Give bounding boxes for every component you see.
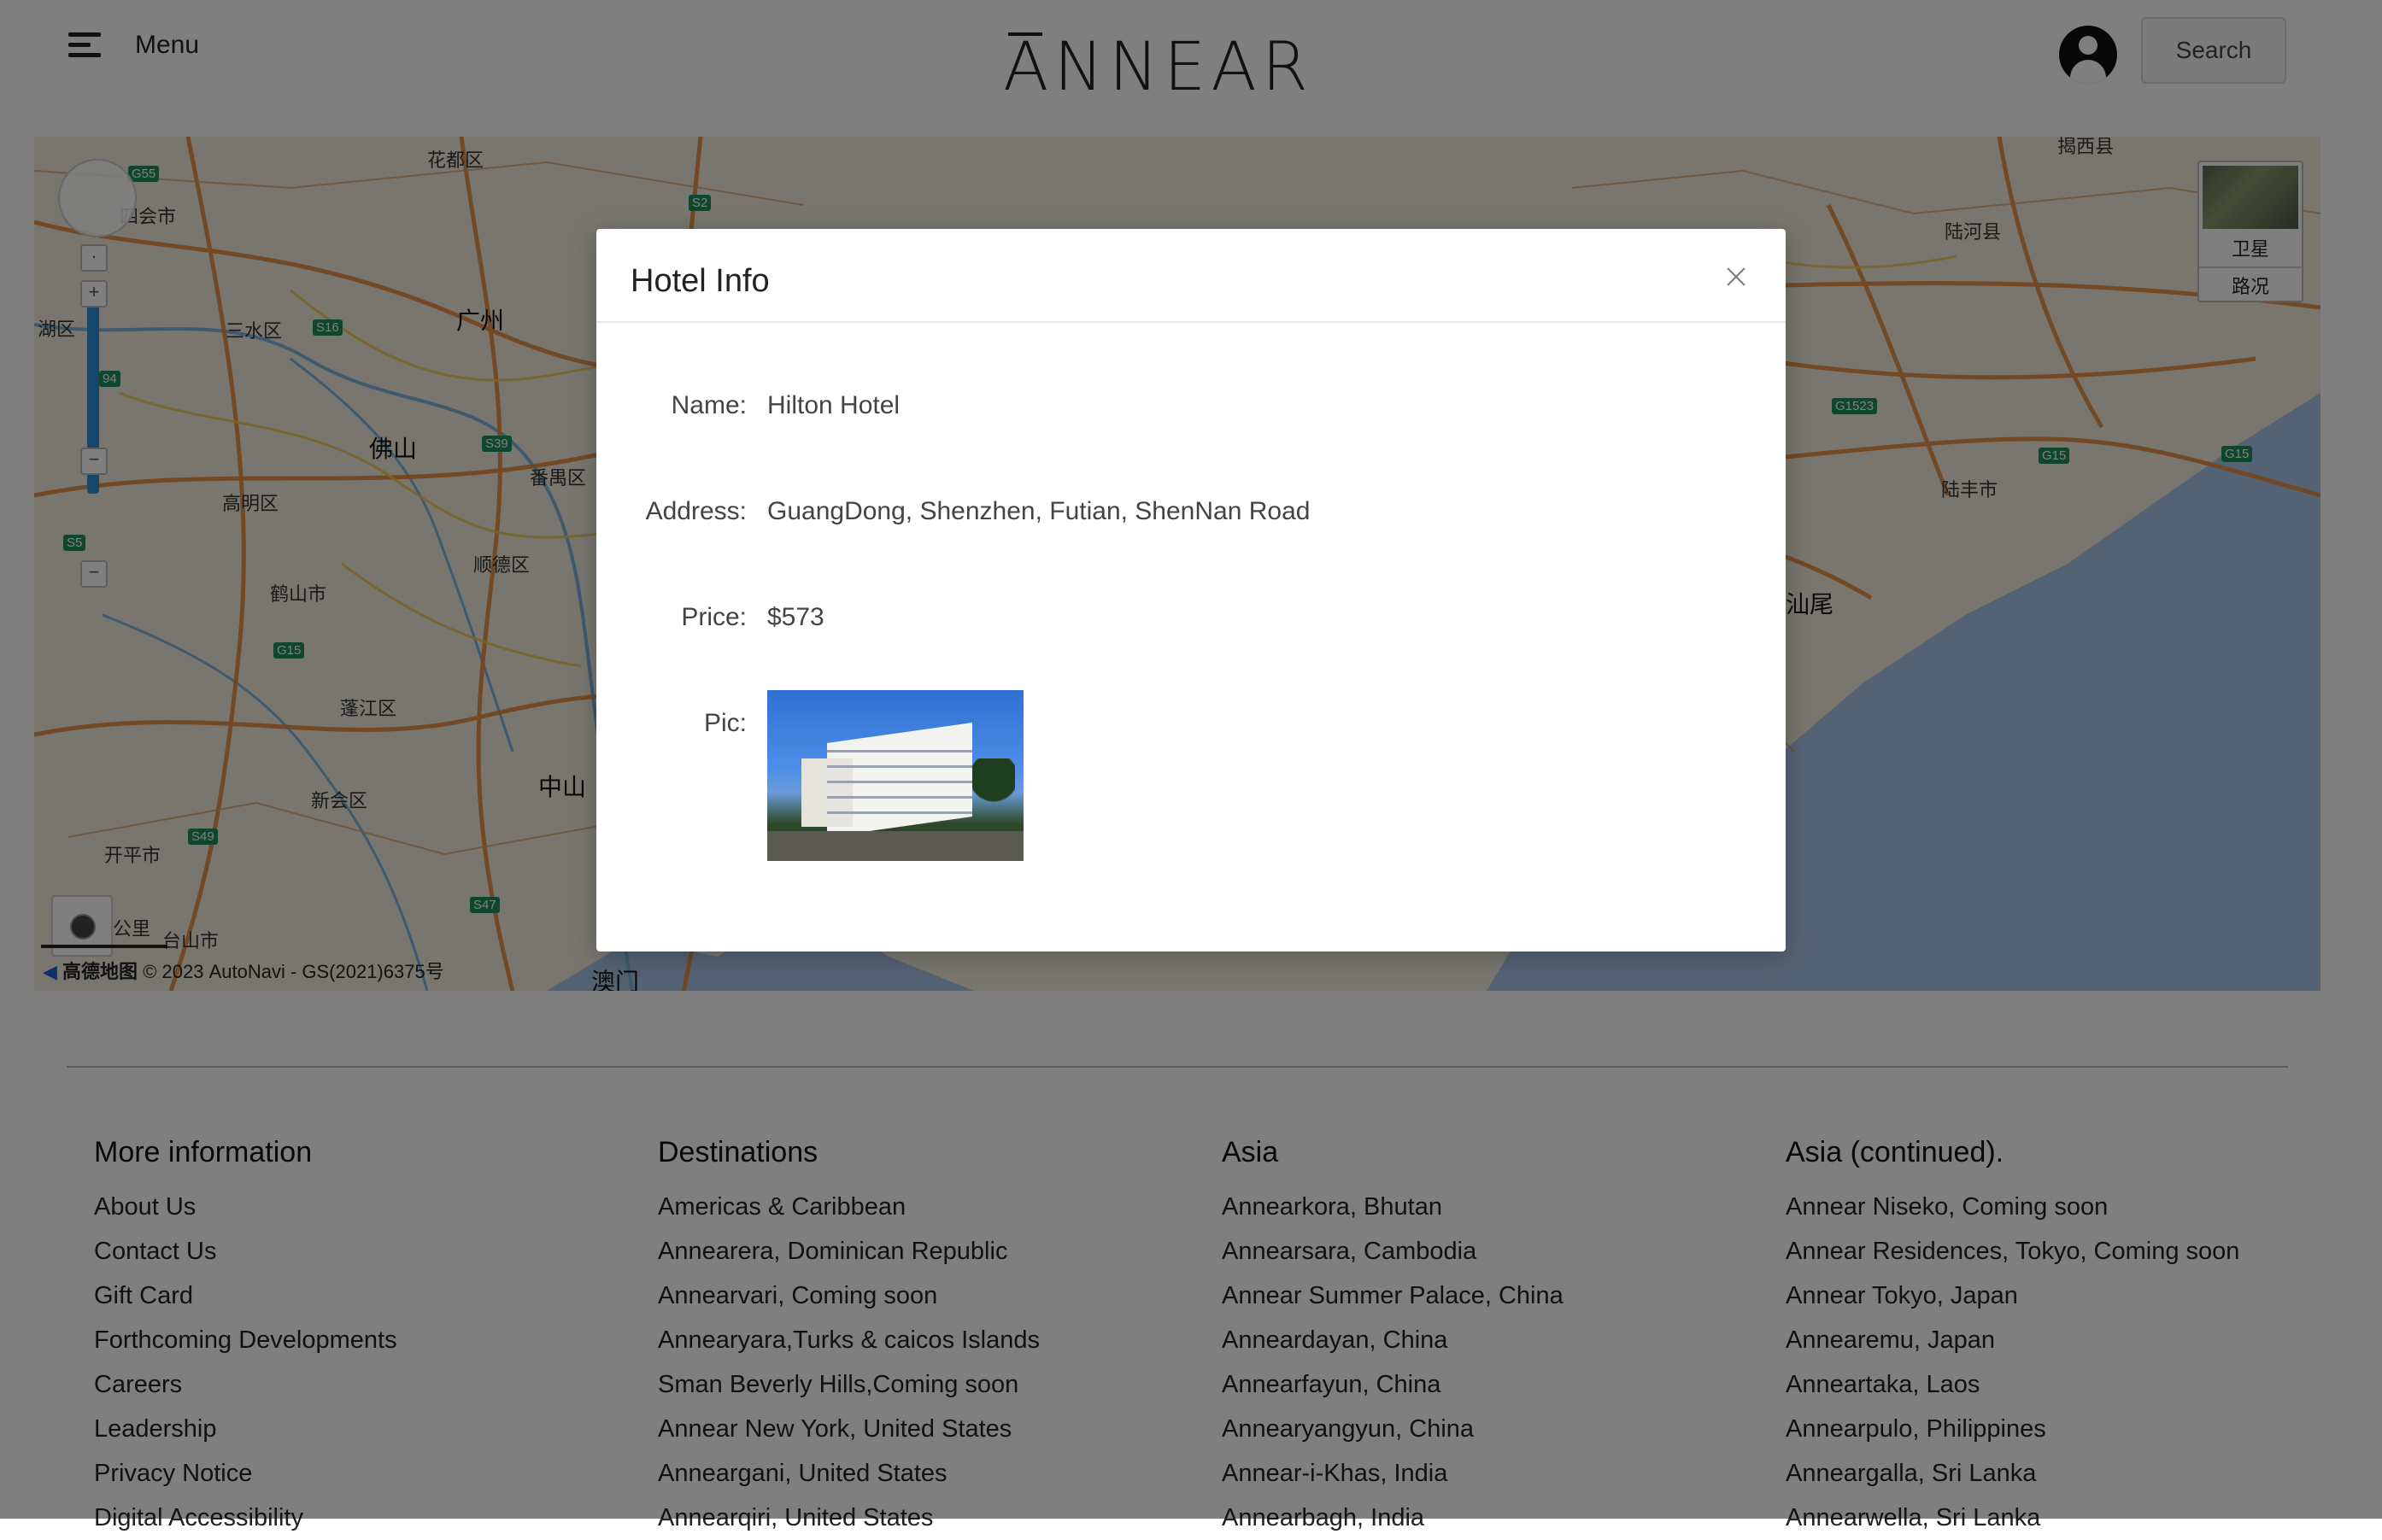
name-label: Name: [671,391,747,419]
hotel-photo[interactable] [767,690,1024,861]
price-label: Price: [681,603,747,631]
address-value: GuangDong, Shenzhen, Futian, ShenNan Roa… [767,497,1311,525]
modal-title: Hotel Info [631,263,770,299]
name-value: Hilton Hotel [767,391,901,419]
price-value: $573 [767,603,824,631]
modal-header: Hotel Info [596,229,1786,323]
hotel-info-modal: Hotel Info Name: Hilton Hotel Address: G… [596,229,1786,952]
close-icon[interactable] [1722,263,1751,292]
address-label: Address: [645,497,747,525]
pic-label: Pic: [703,709,747,737]
